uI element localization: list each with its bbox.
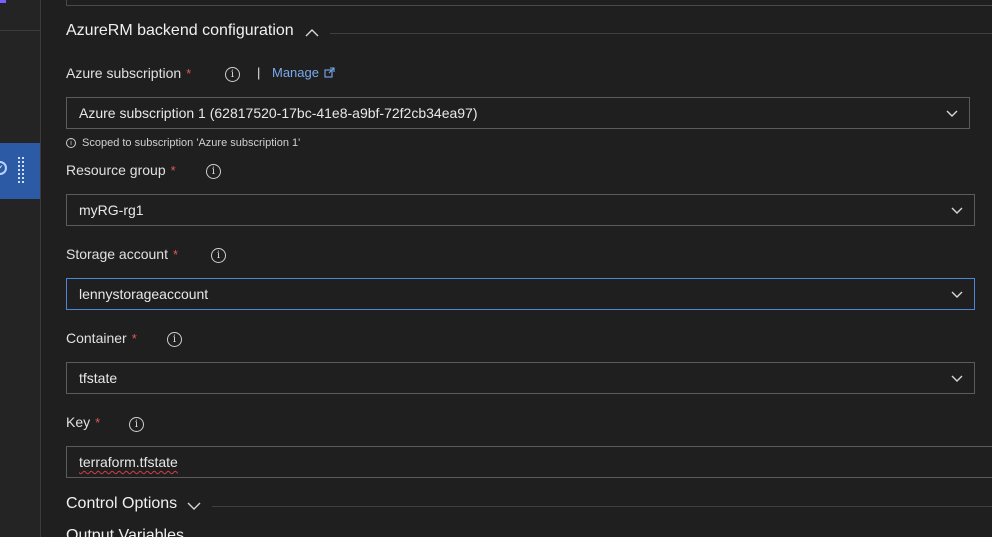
chevron-up-icon[interactable] <box>305 27 319 37</box>
resource-group-select[interactable]: myRG-rg1 <box>66 194 975 226</box>
separator: | <box>257 65 261 80</box>
control-options-title[interactable]: Control Options <box>66 495 177 513</box>
required-marker: * <box>131 330 137 346</box>
info-icon: i <box>66 138 76 148</box>
subscription-hint: i Scoped to subscription 'Azure subscrip… <box>66 137 300 149</box>
key-value[interactable]: terraform.tfstate <box>79 454 178 470</box>
subscription-hint-text: Scoped to subscription 'Azure subscripti… <box>82 137 301 149</box>
info-icon[interactable]: i <box>225 67 240 82</box>
storage-account-label-text: Storage account <box>66 246 168 262</box>
chevron-down-icon[interactable] <box>946 107 958 119</box>
manage-link-text[interactable]: Manage <box>272 65 319 80</box>
subscription-label-text: Azure subscription <box>66 65 182 81</box>
previous-field-box <box>66 0 992 6</box>
key-label-text: Key <box>66 414 91 430</box>
section-divider <box>330 33 992 34</box>
container-select[interactable]: tfstate <box>66 362 975 394</box>
section-title: AzureRM backend configuration <box>66 22 294 39</box>
storage-account-value: lennystorageaccount <box>79 286 209 302</box>
section-divider <box>212 506 992 507</box>
chevron-down-icon[interactable] <box>951 288 963 300</box>
required-marker: * <box>170 162 176 178</box>
required-marker: * <box>95 414 101 430</box>
info-icon[interactable]: i <box>206 164 221 179</box>
required-marker: * <box>172 246 179 262</box>
container-label-text: Container <box>66 330 127 346</box>
resource-group-label: Resource group * <box>66 161 176 179</box>
storage-account-select[interactable]: lennystorageaccount <box>66 278 975 310</box>
required-marker: * <box>186 65 192 81</box>
info-icon[interactable]: i <box>211 248 226 263</box>
external-link-icon[interactable] <box>324 67 335 78</box>
container-label: Container * <box>66 329 137 347</box>
output-variables-title[interactable]: Output Variables <box>66 527 184 537</box>
container-value: tfstate <box>79 370 118 386</box>
chevron-down-icon[interactable] <box>187 501 201 511</box>
chevron-down-icon[interactable] <box>951 204 963 216</box>
storage-account-label: Storage account * <box>66 245 178 263</box>
subscription-value: Azure subscription 1 (62817520-17bc-41e8… <box>79 105 478 121</box>
left-task-rail <box>0 0 41 537</box>
key-input[interactable]: terraform.tfstate <box>66 446 992 478</box>
rail-top-marker <box>0 0 6 3</box>
key-label: Key * <box>66 413 100 431</box>
drag-handle-icon[interactable] <box>18 157 26 185</box>
resource-group-label-text: Resource group <box>66 162 166 178</box>
output-variables-clip: Output Variables <box>0 527 992 537</box>
info-icon[interactable]: i <box>129 417 144 432</box>
manage-link[interactable]: Manage <box>272 65 335 80</box>
subscription-label: Azure subscription * <box>66 64 191 82</box>
info-icon[interactable]: i <box>167 332 182 347</box>
chevron-down-icon[interactable] <box>951 372 963 384</box>
subscription-select[interactable]: Azure subscription 1 (62817520-17bc-41e8… <box>66 97 970 129</box>
resource-group-value: myRG-rg1 <box>79 202 144 218</box>
rail-divider <box>0 30 40 31</box>
